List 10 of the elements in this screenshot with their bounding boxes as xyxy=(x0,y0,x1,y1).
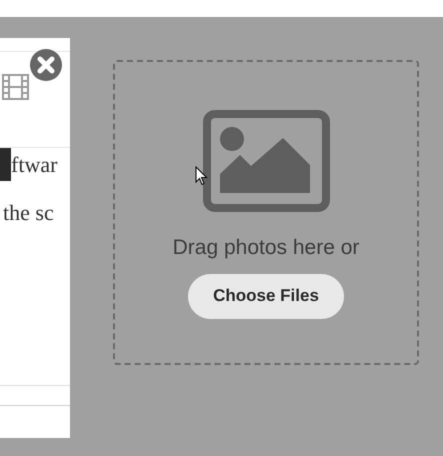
choose-files-button[interactable]: Choose Files xyxy=(188,274,344,318)
body-text: ftwar xyxy=(11,151,58,179)
cursor-icon xyxy=(195,166,208,186)
film-icon[interactable] xyxy=(2,74,29,100)
close-icon[interactable] xyxy=(29,48,63,82)
body-text: the sc xyxy=(3,198,54,226)
dark-block xyxy=(0,148,11,181)
image-icon xyxy=(202,110,330,212)
drag-prompt: Drag photos here or xyxy=(172,235,360,261)
dropzone[interactable]: Drag photos here or Choose Files xyxy=(113,60,419,365)
